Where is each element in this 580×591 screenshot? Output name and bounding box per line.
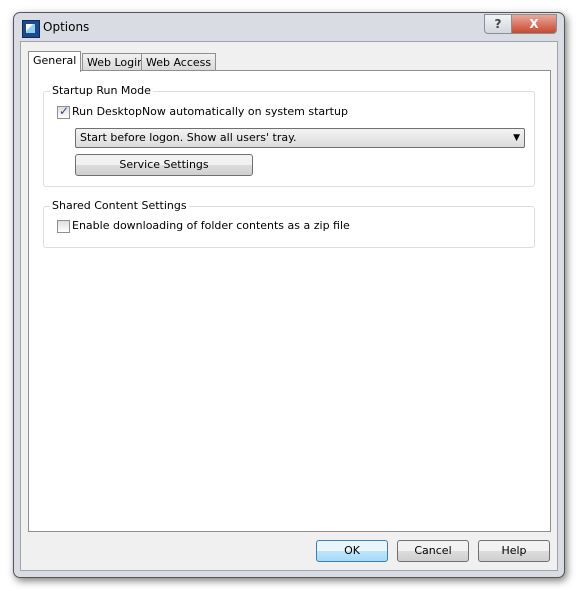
client-area: General Web Login Web Access Startup Run… — [20, 41, 558, 571]
tab-general[interactable]: General — [28, 51, 82, 72]
app-icon — [22, 20, 40, 38]
checkbox-label: Enable downloading of folder contents as… — [72, 219, 350, 232]
close-button[interactable]: X — [511, 14, 557, 34]
cancel-button[interactable]: Cancel — [397, 540, 469, 562]
service-settings-button[interactable]: Service Settings — [75, 154, 253, 176]
general-panel: Startup Run Mode Run DesktopNow automati… — [28, 70, 551, 532]
startup-mode-dropdown[interactable]: Start before logon. Show all users' tray… — [75, 128, 525, 148]
group-label: Startup Run Mode — [50, 84, 153, 97]
help-title-button[interactable]: ? — [484, 14, 512, 34]
shared-content-group: Shared Content Settings Enable downloadi… — [43, 199, 535, 248]
group-label: Shared Content Settings — [50, 199, 189, 212]
help-button[interactable]: Help — [478, 540, 550, 562]
selected-value: Start before logon. Show all users' tray… — [80, 131, 297, 144]
dropdown-arrow-icon: ▼ — [513, 133, 520, 143]
checkbox-label: Run DesktopNow automatically on system s… — [72, 105, 348, 118]
ok-button[interactable]: OK — [316, 540, 388, 562]
options-dialog: Options ? X General Web Login Web Access… — [13, 12, 565, 578]
zip-download-checkbox[interactable] — [57, 220, 70, 233]
tab-web-access[interactable]: Web Access — [141, 53, 217, 71]
run-on-startup-checkbox[interactable] — [57, 104, 70, 119]
window-title: Options — [43, 20, 90, 34]
startup-run-mode-group: Startup Run Mode Run DesktopNow automati… — [43, 84, 535, 187]
tab-web-login[interactable]: Web Login — [82, 53, 150, 71]
